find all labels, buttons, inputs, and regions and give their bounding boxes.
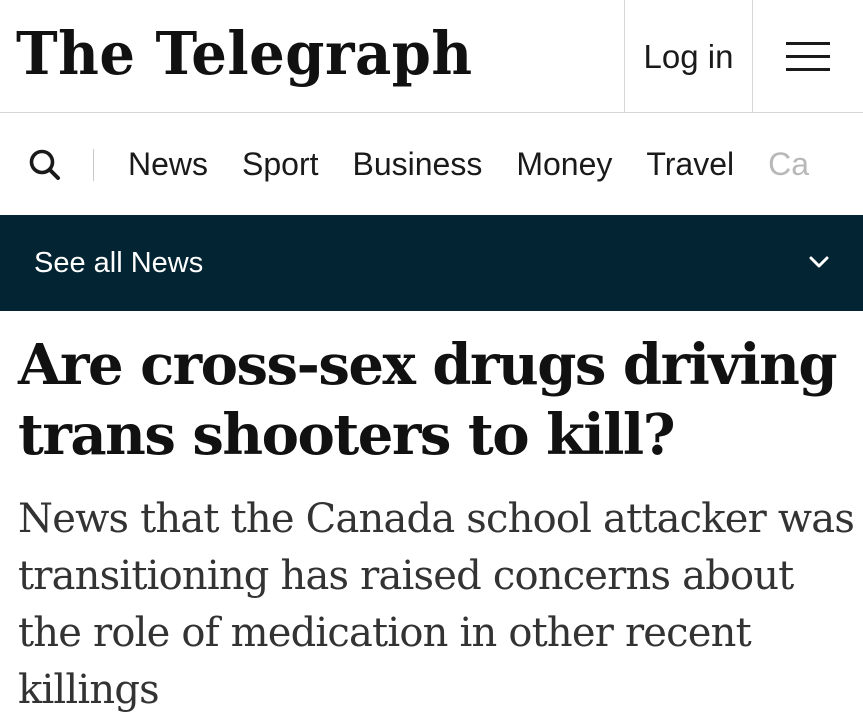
search-button[interactable] — [26, 146, 64, 184]
nav-item-money[interactable]: Money — [516, 146, 612, 183]
hamburger-menu-icon — [786, 41, 830, 71]
chevron-down-icon — [809, 256, 829, 268]
telegraph-masthead-logo[interactable]: The Telegraph — [16, 12, 473, 96]
article-headline: Are cross-sex drugs driving trans shoote… — [18, 332, 838, 468]
nav-item-business[interactable]: Business — [353, 146, 483, 183]
nav-divider — [93, 149, 94, 181]
see-all-label: See all News — [34, 247, 204, 279]
nav-item-truncated[interactable]: Ca — [768, 146, 809, 183]
nav-item-travel[interactable]: Travel — [646, 146, 734, 183]
nav-links: News Sport Business Money Travel Ca — [128, 113, 843, 215]
top-header: The Telegraph Log in — [0, 0, 863, 113]
search-icon — [29, 149, 60, 180]
login-label: Log in — [643, 37, 734, 75]
section-nav: News Sport Business Money Travel Ca — [0, 113, 863, 215]
nav-item-sport[interactable]: Sport — [242, 146, 318, 183]
menu-button[interactable] — [753, 0, 863, 113]
nav-item-news[interactable]: News — [128, 146, 208, 183]
article-standfirst: News that the Canada school attacker was… — [18, 496, 855, 713]
login-button[interactable]: Log in — [624, 0, 753, 113]
see-all-news-bar[interactable]: See all News — [0, 215, 863, 311]
